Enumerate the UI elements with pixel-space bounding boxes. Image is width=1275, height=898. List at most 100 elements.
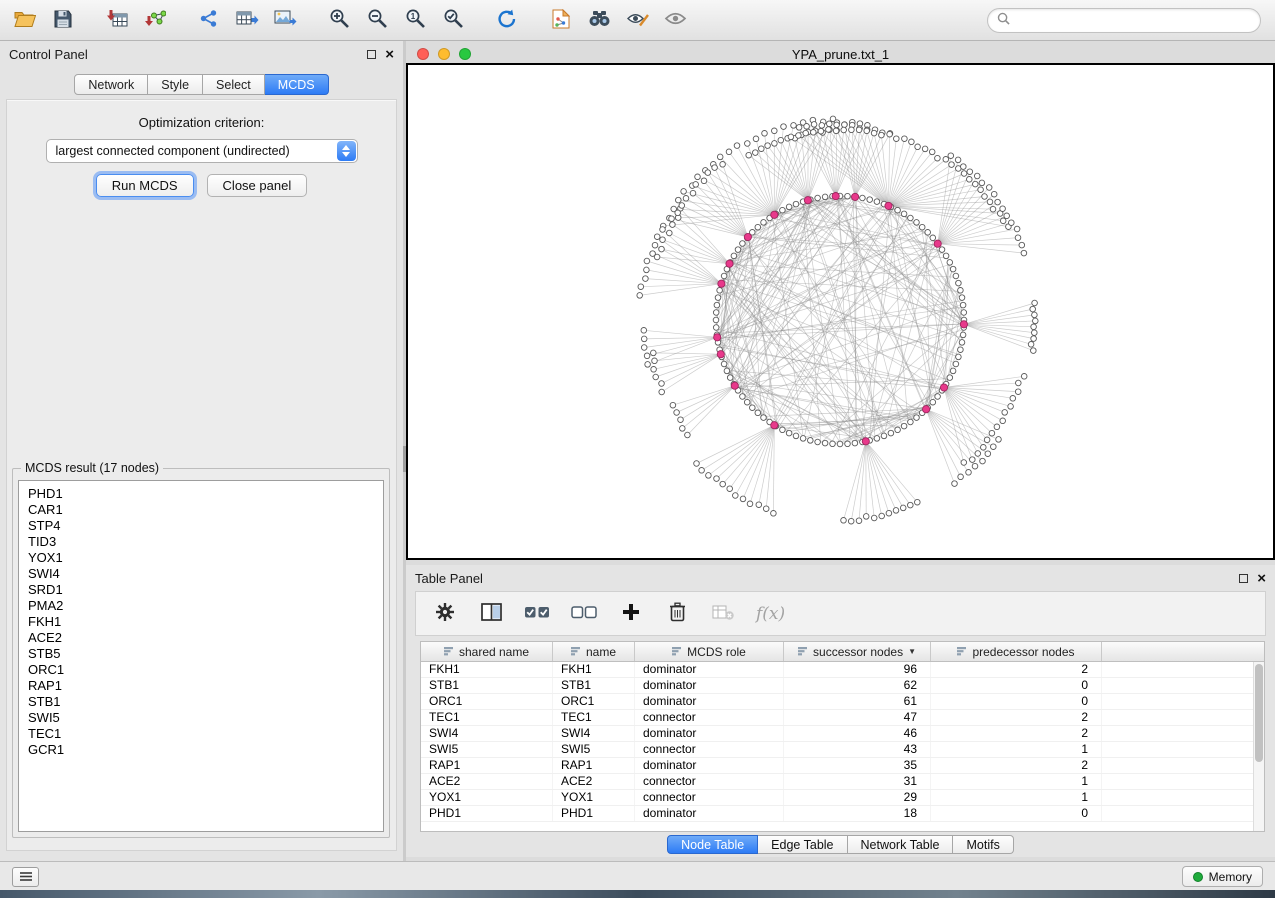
table-row[interactable]: SWI4SWI4dominator462 [421,726,1253,742]
deselect-all-button[interactable] [571,600,598,628]
float-table-panel-icon[interactable] [1239,574,1248,583]
result-item[interactable]: SWI4 [19,566,383,582]
memory-button-label: Memory [1209,870,1252,884]
result-item[interactable]: STP4 [19,518,383,534]
table-row[interactable]: STB1STB1dominator620 [421,678,1253,694]
table-row[interactable]: ACE2ACE2connector311 [421,774,1253,790]
settings-gear-icon [435,602,455,625]
table-cell: 0 [931,694,1102,709]
control-panel-tabs: NetworkStyleSelectMCDS [0,74,403,95]
tab-mcds[interactable]: MCDS [265,74,329,95]
zoom-in-button[interactable] [320,4,358,36]
result-item[interactable]: SWI5 [19,710,383,726]
mcds-result-list[interactable]: PHD1CAR1STP4TID3YOX1SWI4SRD1PMA2FKH1ACE2… [18,480,384,832]
import-table-icon [106,9,128,31]
result-item[interactable]: GCR1 [19,742,383,758]
table-cell: 61 [784,694,931,709]
select-all-button[interactable] [524,600,551,628]
table-panel-header: Table Panel × [406,565,1275,591]
table-row[interactable]: YOX1YOX1connector291 [421,790,1253,806]
export-image-button[interactable] [266,4,304,36]
table-row[interactable]: FKH1FKH1dominator962 [421,662,1253,678]
annotation-icon [626,10,649,30]
table-cell: ORC1 [421,694,553,709]
result-item[interactable]: PMA2 [19,598,383,614]
export-network-button[interactable] [190,4,228,36]
toolbar-buttons: 1 [6,4,694,36]
table-row[interactable]: PHD1PHD1dominator180 [421,806,1253,822]
column-header-successor-nodes[interactable]: successor nodes▼ [784,642,931,661]
network-canvas[interactable] [406,63,1275,560]
show-columns-icon [481,603,502,624]
sort-icon [571,645,581,659]
result-item[interactable]: TID3 [19,534,383,550]
table-cell: 1 [931,774,1102,789]
search-input[interactable] [1015,14,1251,28]
column-header-name[interactable]: name [553,642,635,661]
result-item[interactable]: CAR1 [19,502,383,518]
table-row[interactable]: ORC1ORC1dominator610 [421,694,1253,710]
float-panel-icon[interactable] [367,50,376,59]
network-window-title: YPA_prune.txt_1 [406,47,1275,62]
table-cell: RAP1 [553,758,635,773]
result-item[interactable]: RAP1 [19,678,383,694]
share-document-icon [552,9,570,32]
close-table-panel-icon[interactable]: × [1257,571,1266,586]
run-mcds-button[interactable]: Run MCDS [96,174,194,197]
import-network-icon [144,9,166,31]
refresh-icon [496,9,518,32]
column-header-shared-name[interactable]: shared name [421,642,553,661]
import-table-button[interactable] [98,4,136,36]
zoom-actual-size-button[interactable]: 1 [396,4,434,36]
show-columns-button[interactable] [478,600,504,628]
import-network-button[interactable] [136,4,174,36]
table-scrollbar[interactable] [1253,662,1264,831]
result-item[interactable]: FKH1 [19,614,383,630]
table-row[interactable]: SWI5SWI5connector431 [421,742,1253,758]
table-cell: SWI4 [553,726,635,741]
result-item[interactable]: ORC1 [19,662,383,678]
column-header-predecessor-nodes[interactable]: predecessor nodes [931,642,1102,661]
tab-network-table[interactable]: Network Table [848,835,954,854]
export-table-icon [236,9,259,31]
table-row[interactable]: TEC1TEC1connector472 [421,710,1253,726]
zoom-selected-button[interactable] [434,4,472,36]
find-button[interactable] [580,4,618,36]
optimization-criterion-select[interactable]: largest connected component (undirected) [46,139,358,163]
settings-gear-button[interactable] [432,600,458,628]
table-row[interactable]: RAP1RAP1dominator352 [421,758,1253,774]
eye-button[interactable] [656,4,694,36]
table-cell: YOX1 [421,790,553,805]
column-header-MCDS-role[interactable]: MCDS role [635,642,784,661]
export-table-button[interactable] [228,4,266,36]
export-network-icon [198,9,220,31]
panel-menu-button[interactable] [12,867,39,887]
add-button[interactable] [618,600,644,628]
tab-style[interactable]: Style [148,74,203,95]
tab-node-table[interactable]: Node Table [667,835,758,854]
save-session-button[interactable] [44,4,82,36]
memory-button[interactable]: Memory [1182,866,1263,887]
tab-motifs[interactable]: Motifs [953,835,1013,854]
result-item[interactable]: SRD1 [19,582,383,598]
tab-network[interactable]: Network [74,74,148,95]
result-item[interactable]: ACE2 [19,630,383,646]
result-item[interactable]: PHD1 [19,486,383,502]
tab-edge-table[interactable]: Edge Table [758,835,847,854]
result-item[interactable]: YOX1 [19,550,383,566]
delete-button[interactable] [664,600,690,628]
svg-text:1: 1 [410,12,415,21]
annotation-button[interactable] [618,4,656,36]
close-panel-button[interactable]: Close panel [207,174,308,197]
table-scrollbar-thumb[interactable] [1255,664,1263,762]
zoom-out-button[interactable] [358,4,396,36]
tab-select[interactable]: Select [203,74,265,95]
result-item[interactable]: TEC1 [19,726,383,742]
close-panel-icon[interactable]: × [385,47,394,62]
refresh-button[interactable] [488,4,526,36]
share-document-button[interactable] [542,4,580,36]
result-item[interactable]: STB5 [19,646,383,662]
column-header-filler [1102,642,1264,661]
result-item[interactable]: STB1 [19,694,383,710]
open-session-button[interactable] [6,4,44,36]
